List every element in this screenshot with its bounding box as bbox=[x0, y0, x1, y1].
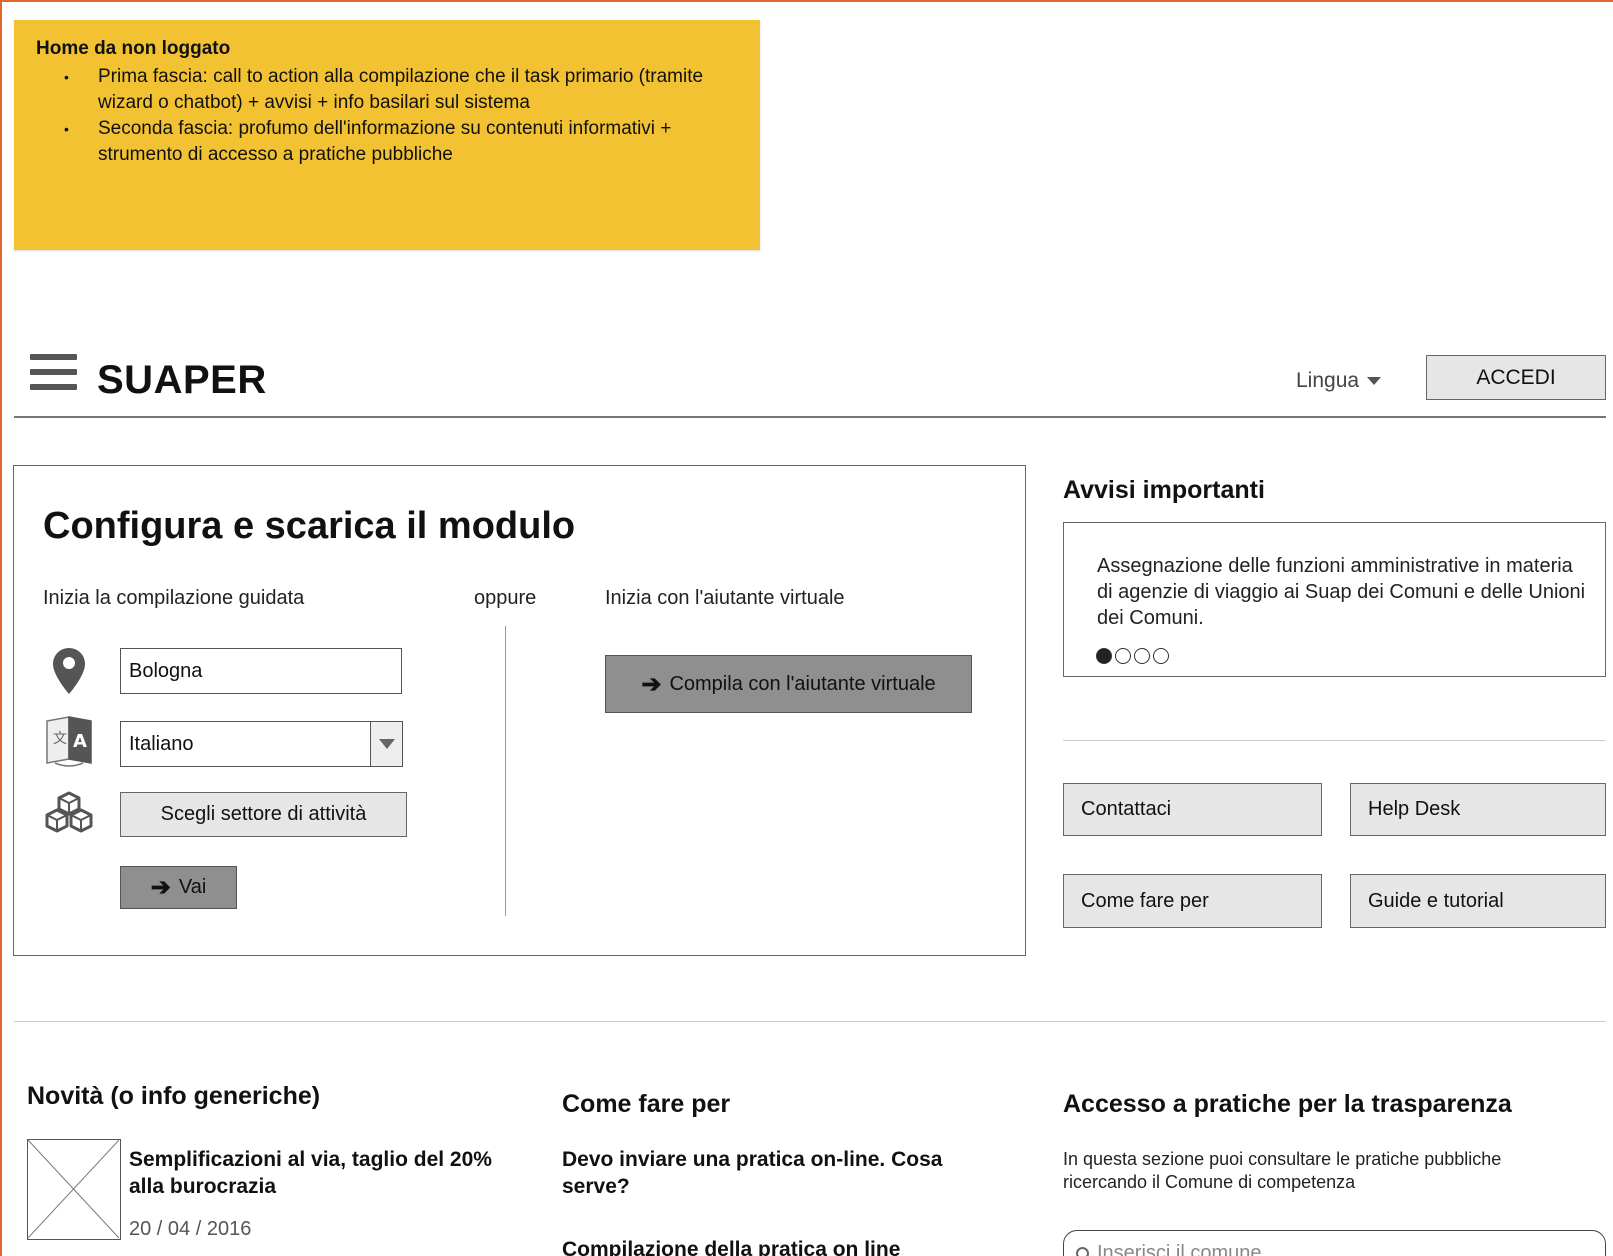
svg-text:A: A bbox=[73, 731, 87, 752]
arrow-right-icon: ➔ bbox=[641, 670, 662, 698]
guided-label: Inizia la compilazione guidata bbox=[43, 587, 305, 609]
carousel-dots bbox=[1096, 648, 1169, 664]
trasparenza-title: Accesso a pratiche per la trasparenza bbox=[1063, 1090, 1512, 1118]
divider bbox=[1063, 740, 1606, 741]
go-button-label: Vai bbox=[178, 876, 207, 898]
caret-down-icon bbox=[1367, 377, 1382, 386]
vertical-divider bbox=[505, 626, 506, 916]
language-select-value: Italiano bbox=[129, 732, 194, 755]
or-label: oppure bbox=[474, 587, 537, 609]
language-select[interactable]: Italiano bbox=[120, 721, 403, 767]
language-dropdown-label: Lingua bbox=[1296, 369, 1360, 392]
arrow-right-icon: ➔ bbox=[150, 874, 171, 901]
note-item: Prima fascia: call to action alla compil… bbox=[64, 64, 738, 116]
news-item-title[interactable]: Semplificazioni al via, taglio del 20% a… bbox=[129, 1146, 519, 1200]
search-icon bbox=[1076, 1246, 1089, 1256]
search-placeholder: Inserisci il comune bbox=[1097, 1241, 1262, 1256]
comune-search-input[interactable]: Inserisci il comune bbox=[1063, 1230, 1606, 1256]
contact-button[interactable]: Contattaci bbox=[1063, 783, 1322, 836]
choose-sector-button[interactable]: Scegli settore di attività bbox=[120, 792, 407, 837]
site-logo[interactable]: SUAPER bbox=[97, 358, 267, 403]
howto-button[interactable]: Come fare per bbox=[1063, 874, 1322, 928]
note-title: Home da non loggato bbox=[36, 38, 231, 59]
language-dropdown[interactable]: Lingua bbox=[1296, 369, 1382, 393]
helpdesk-button[interactable]: Help Desk bbox=[1350, 783, 1606, 836]
location-pin-icon bbox=[53, 648, 85, 699]
virtual-assistant-button[interactable]: ➔ Compila con l'aiutante virtuale bbox=[605, 655, 972, 713]
note-item: Seconda fascia: profumo dell'informazion… bbox=[64, 116, 738, 168]
hamburger-menu-icon[interactable] bbox=[30, 354, 77, 392]
carousel-dot[interactable] bbox=[1153, 648, 1169, 664]
cubes-icon bbox=[43, 791, 95, 838]
news-item-date: 20 / 04 / 2016 bbox=[129, 1218, 252, 1240]
image-placeholder-icon[interactable] bbox=[27, 1139, 121, 1240]
howto-title: Come fare per bbox=[562, 1090, 731, 1118]
login-button[interactable]: ACCEDI bbox=[1426, 355, 1606, 400]
carousel-dot[interactable] bbox=[1115, 648, 1131, 664]
header-divider bbox=[14, 416, 1606, 418]
translate-icon: 文 A bbox=[45, 715, 95, 772]
go-button[interactable]: ➔ Vai bbox=[120, 866, 237, 909]
svg-text:文: 文 bbox=[53, 731, 67, 747]
faq-link[interactable]: Devo inviare una pratica on-line. Cosa s… bbox=[562, 1146, 992, 1200]
avvisi-text[interactable]: Assegnazione delle funzioni amministrati… bbox=[1097, 553, 1593, 631]
annotation-note: Home da non loggato Prima fascia: call t… bbox=[14, 20, 760, 250]
config-title: Configura e scarica il modulo bbox=[43, 505, 576, 547]
virtual-assistant-button-label: Compila con l'aiutante virtuale bbox=[669, 672, 936, 695]
carousel-dot[interactable] bbox=[1134, 648, 1150, 664]
section-divider bbox=[14, 1021, 1606, 1022]
note-list: Prima fascia: call to action alla compil… bbox=[36, 64, 738, 168]
faq-link[interactable]: Compilazione della pratica on line bbox=[562, 1236, 992, 1256]
city-input-value: Bologna bbox=[129, 659, 203, 682]
virtual-label: Inizia con l'aiutante virtuale bbox=[605, 587, 845, 609]
city-input[interactable]: Bologna bbox=[120, 648, 402, 694]
carousel-dot[interactable] bbox=[1096, 648, 1112, 664]
dropdown-arrow-icon bbox=[370, 722, 402, 766]
avvisi-title: Avvisi importanti bbox=[1063, 476, 1265, 504]
news-title: Novità (o info generiche) bbox=[27, 1082, 321, 1110]
guides-button[interactable]: Guide e tutorial bbox=[1350, 874, 1606, 928]
trasparenza-description: In questa sezione puoi consultare le pra… bbox=[1063, 1149, 1502, 1192]
